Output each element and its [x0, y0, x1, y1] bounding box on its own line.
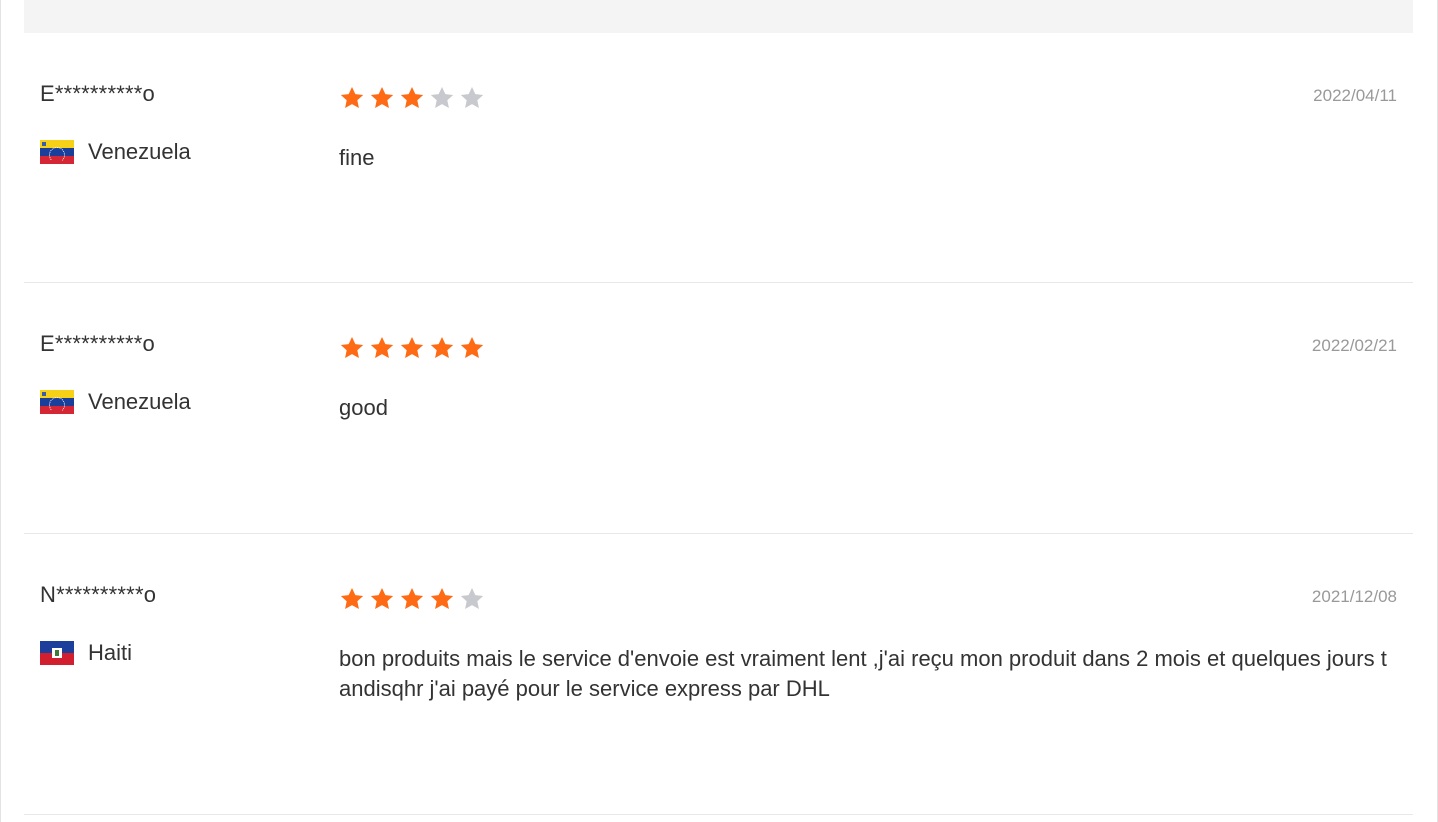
- star-empty-icon: [429, 85, 455, 111]
- page-border-left: [0, 0, 1, 822]
- star-filled-icon: [369, 85, 395, 111]
- star-filled-icon: [399, 335, 425, 361]
- review-item: E**********o Venezuela 2022/04/11 fine: [24, 33, 1413, 283]
- star-rating: [339, 586, 489, 612]
- haiti-flag-icon: [40, 641, 74, 665]
- star-filled-icon: [369, 586, 395, 612]
- star-filled-icon: [429, 335, 455, 361]
- star-filled-icon: [429, 586, 455, 612]
- reviews-header-bar: [24, 0, 1413, 33]
- reviewer-country: Haiti: [40, 640, 132, 666]
- country-name: Venezuela: [88, 139, 191, 164]
- star-empty-icon: [459, 85, 485, 111]
- reviewer-name: E**********o: [40, 331, 155, 356]
- venezuela-flag-icon: [40, 140, 74, 164]
- star-filled-icon: [399, 85, 425, 111]
- reviewer-country: Venezuela: [40, 389, 191, 415]
- star-empty-icon: [459, 586, 485, 612]
- review-item: N**********o Haiti 2021/12/08 bon produi…: [24, 534, 1413, 815]
- review-comment: good: [339, 395, 388, 420]
- venezuela-flag-icon: [40, 390, 74, 414]
- star-filled-icon: [339, 335, 365, 361]
- star-filled-icon: [459, 335, 485, 361]
- reviewer-name: E**********o: [40, 81, 155, 106]
- star-rating: [339, 335, 489, 361]
- review-list: E**********o Venezuela 2022/04/11 fine E…: [24, 33, 1413, 815]
- reviewer-name: N**********o: [40, 582, 157, 607]
- review-comment: fine: [339, 145, 375, 170]
- review-item: E**********o Venezuela 2022/02/21 good: [24, 283, 1413, 534]
- star-filled-icon: [369, 335, 395, 361]
- review-date: 2022/04/11: [1313, 86, 1397, 105]
- star-filled-icon: [339, 586, 365, 612]
- review-date: 2022/02/21: [1311, 336, 1397, 355]
- reviewer-country: Venezuela: [40, 139, 191, 165]
- star-filled-icon: [339, 85, 365, 111]
- review-comment: bon produits mais le service d'envoie es…: [339, 646, 1387, 701]
- star-filled-icon: [399, 586, 425, 612]
- review-date: 2021/12/08: [1311, 587, 1397, 606]
- star-rating: [339, 85, 489, 111]
- country-name: Haiti: [88, 640, 133, 665]
- country-name: Venezuela: [88, 389, 191, 414]
